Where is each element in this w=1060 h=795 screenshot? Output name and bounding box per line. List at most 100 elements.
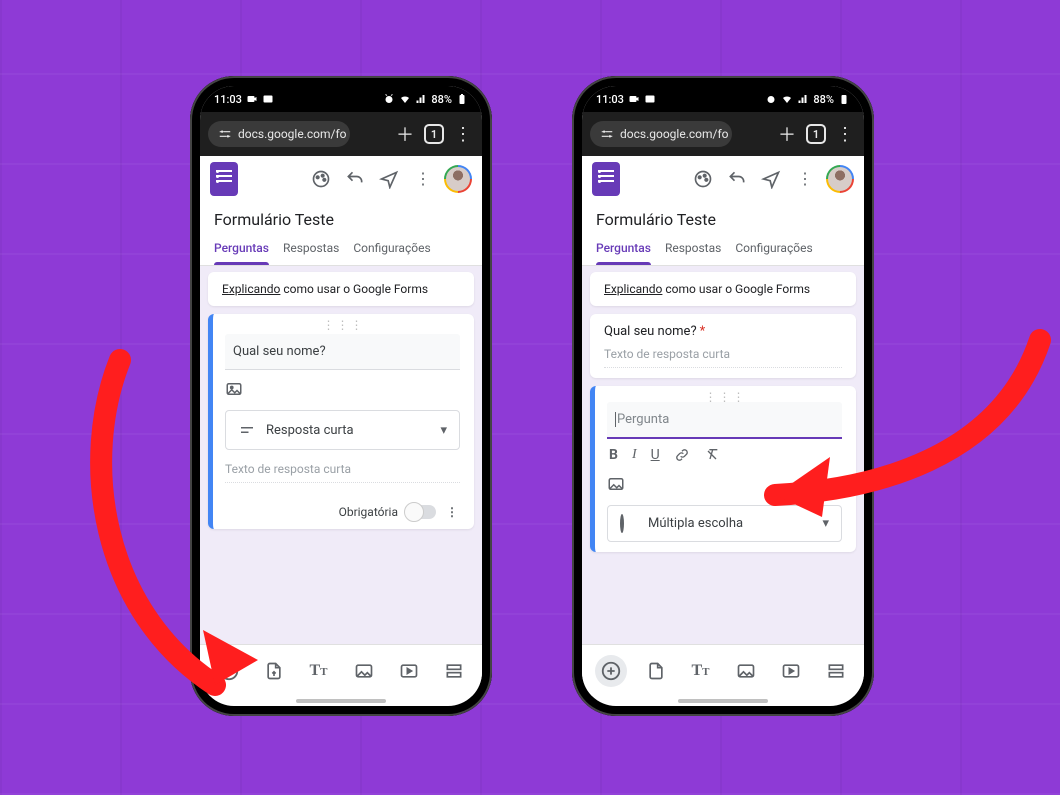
underline-button[interactable]: U — [651, 447, 660, 463]
customize-theme-button[interactable] — [690, 166, 716, 192]
tab-questions[interactable]: Perguntas — [214, 233, 269, 265]
camera-notch — [716, 80, 730, 94]
add-image-to-question-button[interactable] — [225, 380, 460, 398]
site-settings-icon — [600, 127, 614, 141]
google-forms-logo-icon[interactable] — [592, 162, 620, 196]
link-button[interactable] — [674, 447, 690, 463]
form-description-rest: como usar o Google Forms — [662, 282, 810, 296]
android-nav-hint — [582, 696, 864, 706]
form-canvas: Explicando como usar o Google Forms Qual… — [582, 266, 864, 644]
form-title-area: Formulário Teste — [200, 202, 482, 233]
add-section-button[interactable] — [438, 655, 470, 687]
account-avatar[interactable] — [444, 165, 472, 193]
signal-icon — [415, 93, 427, 105]
tab-responses[interactable]: Respostas — [665, 233, 721, 265]
clock: 11:03 — [596, 93, 624, 106]
drag-handle-icon[interactable]: ⋮⋮⋮ — [705, 390, 747, 404]
italic-button[interactable]: I — [632, 447, 637, 463]
customize-theme-button[interactable] — [308, 166, 334, 192]
url-text: docs.google.com/fo — [238, 127, 346, 141]
messages-icon — [262, 93, 274, 105]
screen-right: 11:03 88% docs.google.com/fo ＋ 1 ⋮ — [582, 86, 864, 706]
clock: 11:03 — [214, 93, 242, 106]
question-action-bar: TT — [582, 644, 864, 696]
wifi-icon — [781, 93, 793, 105]
form-title[interactable]: Formulário Teste — [214, 210, 468, 229]
send-button[interactable] — [758, 166, 784, 192]
form-description-underlined: Explicando — [222, 282, 280, 296]
phone-frame-left: 11:03 88% docs.google.com/fo — [190, 76, 492, 716]
add-title-button[interactable]: TT — [685, 655, 717, 687]
form-canvas: Explicando como usar o Google Forms ⋮⋮⋮ … — [200, 266, 482, 644]
required-label: Obrigatória — [339, 505, 398, 519]
form-title[interactable]: Formulário Teste — [596, 210, 850, 229]
alarm-icon — [765, 93, 777, 105]
add-question-button[interactable] — [213, 655, 245, 687]
required-star-icon: * — [700, 324, 706, 339]
send-button[interactable] — [376, 166, 402, 192]
account-avatar[interactable] — [826, 165, 854, 193]
question-title-input[interactable]: Pergunta — [607, 402, 842, 439]
messages-icon — [644, 93, 656, 105]
add-image-button[interactable] — [730, 655, 762, 687]
new-tab-button[interactable]: ＋ — [776, 121, 798, 147]
previous-question-card[interactable]: Qual seu nome?* Texto de resposta curta — [590, 314, 856, 378]
import-questions-button[interactable] — [640, 655, 672, 687]
chevron-down-icon: ▾ — [440, 423, 447, 438]
prev-question-text: Qual seu nome? — [604, 324, 697, 339]
question-title-input[interactable]: Qual seu nome? — [225, 334, 460, 370]
browser-menu-button[interactable]: ⋮ — [452, 124, 474, 145]
form-tabs: Perguntas Respostas Configurações — [200, 233, 482, 266]
add-section-button[interactable] — [820, 655, 852, 687]
url-bar[interactable]: docs.google.com/fo — [208, 121, 350, 147]
tab-responses[interactable]: Respostas — [283, 233, 339, 265]
clear-formatting-button[interactable] — [704, 447, 720, 463]
tab-settings[interactable]: Configurações — [735, 233, 812, 265]
form-description-card[interactable]: Explicando como usar o Google Forms — [590, 272, 856, 306]
prev-answer-placeholder: Texto de resposta curta — [604, 347, 842, 368]
phone-frame-right: 11:03 88% docs.google.com/fo ＋ 1 ⋮ — [572, 76, 874, 716]
add-image-button[interactable] — [348, 655, 380, 687]
question-more-options-button[interactable]: ⋮ — [444, 505, 460, 519]
camera-notch — [334, 80, 348, 94]
form-description-card[interactable]: Explicando como usar o Google Forms — [208, 272, 474, 306]
browser-bar: docs.google.com/fo ＋ 1 ⋮ — [200, 112, 482, 156]
question-title-placeholder: Pergunta — [615, 412, 669, 427]
add-title-button[interactable]: TT — [303, 655, 335, 687]
android-nav-hint — [200, 696, 482, 706]
required-toggle[interactable] — [406, 505, 436, 519]
answer-type-dropdown[interactable]: Múltipla escolha ▾ — [607, 505, 842, 542]
undo-button[interactable] — [724, 166, 750, 192]
form-description-underlined: Explicando — [604, 282, 662, 296]
question-card[interactable]: ⋮⋮⋮ Qual seu nome? Resposta curta ▾ Text… — [208, 314, 474, 529]
battery-percent: 88% — [813, 93, 834, 106]
tab-questions[interactable]: Perguntas — [596, 233, 651, 265]
tab-switcher-button[interactable]: 1 — [424, 124, 444, 144]
url-bar[interactable]: docs.google.com/fo — [590, 121, 732, 147]
browser-bar: docs.google.com/fo ＋ 1 ⋮ — [582, 112, 864, 156]
answer-type-dropdown[interactable]: Resposta curta ▾ — [225, 410, 460, 450]
forms-header: ⋮ — [582, 156, 864, 202]
tab-switcher-button[interactable]: 1 — [806, 124, 826, 144]
more-options-button[interactable]: ⋮ — [410, 166, 436, 192]
drag-handle-icon[interactable]: ⋮⋮⋮ — [323, 318, 365, 332]
browser-menu-button[interactable]: ⋮ — [834, 124, 856, 145]
new-question-card[interactable]: ⋮⋮⋮ Pergunta B I U Múltipla escolha — [590, 386, 856, 552]
multiple-choice-icon — [620, 516, 638, 531]
google-forms-logo-icon[interactable] — [210, 162, 238, 196]
add-image-to-question-button[interactable] — [607, 475, 842, 493]
battery-icon — [456, 93, 468, 105]
signal-icon — [797, 93, 809, 105]
forms-header: ⋮ — [200, 156, 482, 202]
tab-settings[interactable]: Configurações — [353, 233, 430, 265]
new-tab-button[interactable]: ＋ — [394, 121, 416, 147]
add-video-button[interactable] — [775, 655, 807, 687]
import-questions-button[interactable] — [258, 655, 290, 687]
undo-button[interactable] — [342, 166, 368, 192]
add-video-button[interactable] — [393, 655, 425, 687]
bold-button[interactable]: B — [609, 447, 618, 463]
screen-left: 11:03 88% docs.google.com/fo — [200, 86, 482, 706]
add-question-button[interactable] — [595, 655, 627, 687]
alarm-icon — [383, 93, 395, 105]
more-options-button[interactable]: ⋮ — [792, 166, 818, 192]
